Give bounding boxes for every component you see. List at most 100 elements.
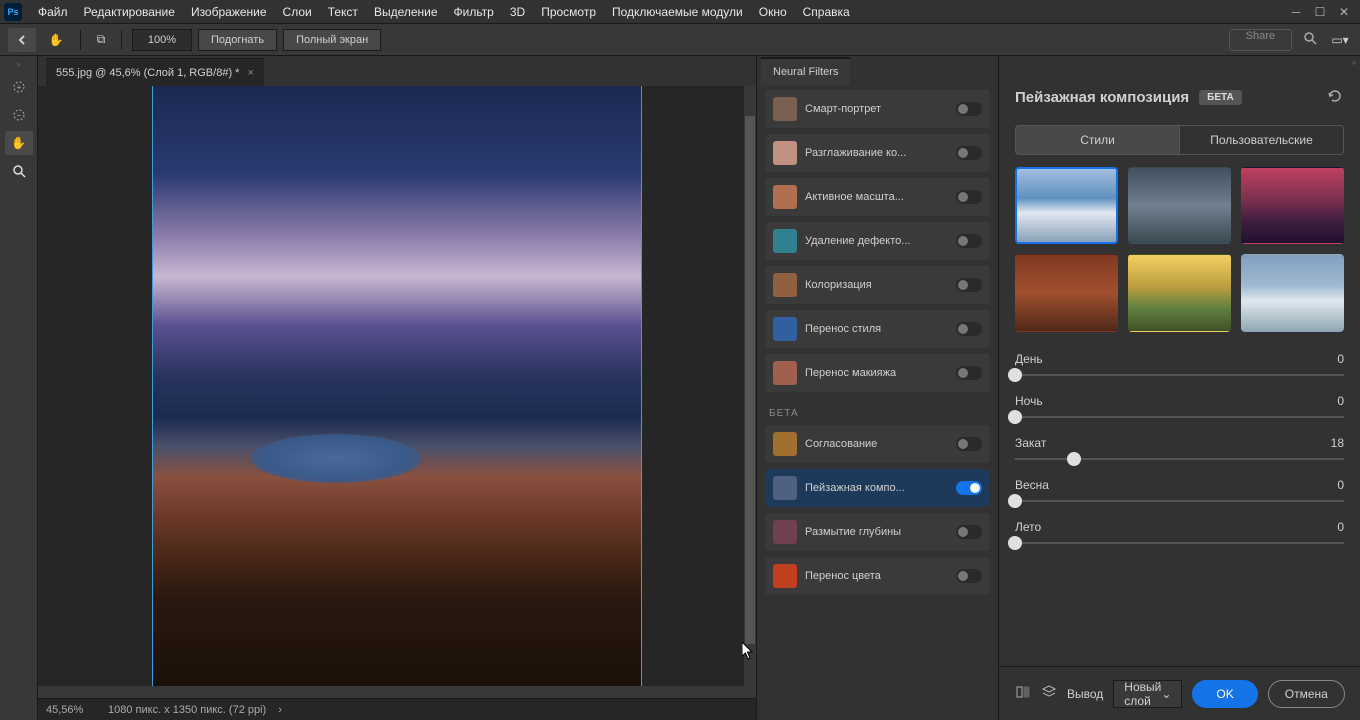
svg-text:−: − [16, 111, 21, 120]
neural-filter-item[interactable]: Размытие глубины [765, 513, 990, 551]
neural-filter-item[interactable]: Перенос макияжа [765, 354, 990, 392]
filter-thumb [773, 273, 797, 297]
status-zoom[interactable]: 45,56% [46, 704, 96, 716]
hand-tool-icon[interactable]: ✋ [42, 33, 70, 47]
layers-icon[interactable] [1041, 684, 1057, 703]
slider-knob[interactable] [1008, 494, 1022, 508]
canvas-viewport[interactable] [38, 86, 756, 686]
filter-settings-content[interactable]: День 0 Ночь 0 Закат 18 Весна 0 Лето 0 [999, 155, 1360, 666]
slider-track[interactable] [1015, 458, 1344, 460]
neural-filter-item[interactable]: Разглаживание ко... [765, 134, 990, 172]
zoom-input[interactable]: 100% [132, 29, 192, 51]
fullscreen-button[interactable]: Полный экран [283, 29, 381, 51]
neural-filter-item[interactable]: Активное масшта... [765, 178, 990, 216]
style-preset[interactable] [1128, 254, 1231, 331]
slider-knob[interactable] [1008, 536, 1022, 550]
window-maximize-button[interactable]: ☐ [1308, 2, 1332, 22]
neural-filters-list[interactable]: Смарт-портрет Разглаживание ко... Активн… [757, 86, 998, 720]
menu-edit[interactable]: Редактирование [76, 5, 183, 19]
neural-filter-item[interactable]: Пейзажная компо... [765, 469, 990, 507]
tab-styles[interactable]: Стили [1015, 125, 1180, 155]
reset-icon[interactable] [1326, 87, 1344, 108]
menu-view[interactable]: Просмотр [533, 5, 604, 19]
filter-thumb [773, 476, 797, 500]
menu-plugins[interactable]: Подключаемые модули [604, 5, 751, 19]
filter-toggle[interactable] [956, 437, 982, 451]
filter-toggle[interactable] [956, 525, 982, 539]
filter-toggle[interactable] [956, 146, 982, 160]
home-button[interactable] [8, 28, 36, 52]
slider-knob[interactable] [1008, 368, 1022, 382]
search-icon[interactable] [1298, 31, 1322, 48]
menu-text[interactable]: Текст [320, 5, 366, 19]
filter-toggle[interactable] [956, 278, 982, 292]
document-tab[interactable]: 555.jpg @ 45,6% (Слой 1, RGB/8#) * × [46, 58, 264, 86]
neural-filter-item[interactable]: Колоризация [765, 266, 990, 304]
style-preset[interactable] [1015, 254, 1118, 331]
menu-help[interactable]: Справка [795, 5, 858, 19]
horizontal-scrollbar[interactable] [38, 686, 756, 698]
share-button[interactable]: Share [1229, 29, 1292, 51]
fit-button[interactable]: Подогнать [198, 29, 277, 51]
menu-file[interactable]: Файл [30, 5, 76, 19]
hand-tool[interactable]: ✋ [5, 131, 33, 155]
beta-section-label: БЕТА [765, 398, 990, 425]
menu-layers[interactable]: Слои [275, 5, 320, 19]
close-tab-icon[interactable]: × [247, 67, 253, 79]
filter-toggle[interactable] [956, 190, 982, 204]
slider-track[interactable] [1015, 500, 1344, 502]
style-preset[interactable] [1241, 254, 1344, 331]
ok-button[interactable]: OK [1192, 680, 1257, 708]
menu-image[interactable]: Изображение [183, 5, 275, 19]
neural-filter-item[interactable]: Удаление дефекто... [765, 222, 990, 260]
window-minimize-button[interactable]: ─ [1284, 2, 1308, 22]
ellipse-subtract-tool[interactable]: − [5, 103, 33, 127]
style-preset[interactable] [1015, 167, 1118, 244]
filter-thumb [773, 141, 797, 165]
neural-filter-item[interactable]: Перенос цвета [765, 557, 990, 595]
filter-toggle[interactable] [956, 366, 982, 380]
slider-track[interactable] [1015, 374, 1344, 376]
filter-thumb [773, 361, 797, 385]
slider-track[interactable] [1015, 542, 1344, 544]
slider-value: 0 [1337, 394, 1344, 408]
output-select[interactable]: Новый слой ⌄ [1113, 680, 1182, 708]
cancel-button[interactable]: Отмена [1268, 680, 1345, 708]
expand-panel-icon[interactable]: » [1348, 56, 1360, 69]
filter-toggle[interactable] [956, 102, 982, 116]
menu-filter[interactable]: Фильтр [446, 5, 502, 19]
filter-toggle[interactable] [956, 481, 982, 495]
neural-filters-tab[interactable]: Neural Filters [761, 57, 850, 85]
scroll-windows-icon[interactable]: ⧉ [91, 32, 111, 47]
filter-toggle[interactable] [956, 322, 982, 336]
slider-track[interactable] [1015, 416, 1344, 418]
filter-thumb [773, 185, 797, 209]
filter-thumb [773, 317, 797, 341]
slider-row: Закат 18 [1015, 436, 1344, 460]
menu-select[interactable]: Выделение [366, 5, 446, 19]
neural-filter-item[interactable]: Согласование [765, 425, 990, 463]
slider-row: Лето 0 [1015, 520, 1344, 544]
ellipse-add-tool[interactable]: + [5, 75, 33, 99]
preview-toggle-icon[interactable] [1015, 684, 1031, 703]
slider-value: 0 [1337, 520, 1344, 534]
zoom-tool[interactable] [5, 159, 33, 183]
window-close-button[interactable]: ✕ [1332, 2, 1356, 22]
menu-3d[interactable]: 3D [502, 5, 533, 19]
status-chevron-icon[interactable]: › [278, 704, 282, 716]
filter-toggle[interactable] [956, 234, 982, 248]
neural-filters-panel: Neural Filters Смарт-портрет Разглаживан… [756, 56, 998, 720]
workspace-icon[interactable]: ▭▾ [1328, 33, 1352, 47]
neural-filter-item[interactable]: Перенос стиля [765, 310, 990, 348]
slider-label: День [1015, 352, 1043, 366]
vertical-scrollbar[interactable] [744, 86, 756, 686]
filter-toggle[interactable] [956, 569, 982, 583]
expand-tools-icon[interactable]: » [16, 60, 20, 69]
neural-filter-item[interactable]: Смарт-портрет [765, 90, 990, 128]
menu-window[interactable]: Окно [751, 5, 795, 19]
slider-knob[interactable] [1008, 410, 1022, 424]
style-preset[interactable] [1128, 167, 1231, 244]
style-preset[interactable] [1241, 167, 1344, 244]
tab-custom[interactable]: Пользовательские [1180, 125, 1344, 155]
slider-knob[interactable] [1067, 452, 1081, 466]
